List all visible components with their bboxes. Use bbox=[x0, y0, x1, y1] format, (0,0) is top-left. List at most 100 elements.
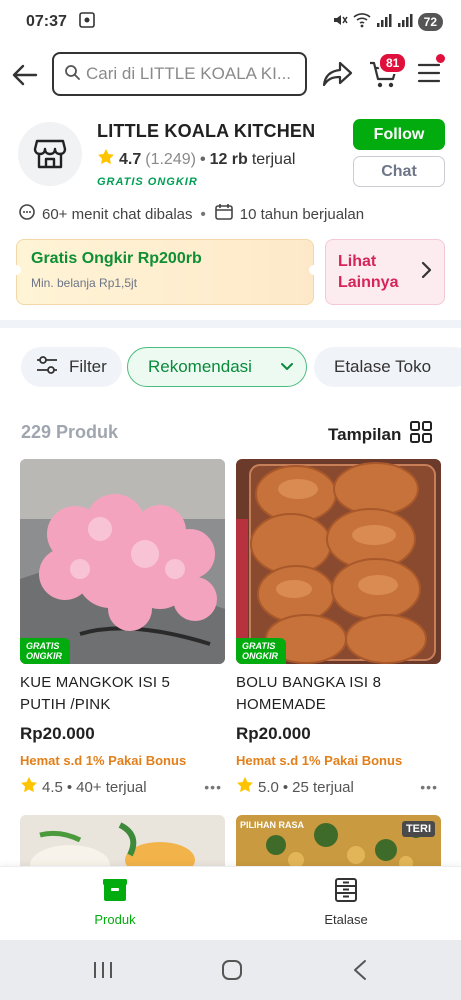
product-price: Rp20.000 bbox=[20, 724, 95, 743]
see-more-vouchers-button[interactable]: Lihat Lainnya bbox=[325, 239, 445, 305]
share-icon bbox=[322, 61, 353, 87]
product-rating-row: 4.5 • 40+ terjual ••• bbox=[20, 776, 226, 798]
product-bonus: Hemat s.d 1% Pakai Bonus bbox=[236, 753, 403, 768]
store-icon bbox=[33, 139, 67, 169]
more-options-button[interactable]: ••• bbox=[420, 779, 438, 795]
follow-button[interactable]: Follow bbox=[353, 119, 445, 150]
badge-line: ONGKIR bbox=[242, 651, 278, 661]
product-image[interactable]: GRATIS ONGKIR bbox=[20, 459, 225, 664]
chevron-left-icon bbox=[354, 960, 366, 980]
signal-icon bbox=[376, 12, 392, 33]
product-name-line: HOMEMADE bbox=[236, 696, 326, 713]
chat-button[interactable]: Chat bbox=[353, 156, 445, 187]
selling-duration-info: 10 tahun berjualan bbox=[214, 203, 364, 225]
tab-etalase[interactable]: Etalase bbox=[286, 877, 406, 927]
product-name-line: BOLU BANGKA ISI 8 bbox=[236, 674, 382, 691]
grid-view-icon bbox=[409, 420, 433, 449]
cart-count-badge: 81 bbox=[378, 52, 408, 74]
shop-sold-number: 12 rb bbox=[209, 150, 248, 168]
star-icon bbox=[97, 148, 115, 171]
product-price: Rp20.000 bbox=[236, 724, 311, 743]
screen-record-icon bbox=[79, 11, 95, 33]
product-sold: 25 terjual bbox=[292, 778, 354, 796]
recent-apps-button[interactable] bbox=[92, 959, 114, 986]
product-box-icon bbox=[102, 877, 128, 906]
product-overlay-text: PILIHAN RASA bbox=[240, 820, 305, 830]
voucher-notch bbox=[309, 265, 319, 275]
badge-line: GRATIS bbox=[242, 641, 276, 651]
product-card-partial[interactable]: PILIHAN RASA TERI bbox=[236, 815, 441, 870]
voucher-notch bbox=[11, 265, 21, 275]
shop-calendar-icon bbox=[214, 203, 234, 225]
search-input[interactable]: Cari di LITTLE KOALA KI... bbox=[52, 52, 307, 96]
search-placeholder: Cari di LITTLE KOALA KI... bbox=[86, 64, 292, 83]
chat-bubble-icon bbox=[18, 203, 36, 225]
badge-line: ONGKIR bbox=[26, 651, 62, 661]
etalase-filter-chip[interactable]: Etalase Toko bbox=[314, 347, 461, 387]
shop-meta: 4.7 (1.249) • 12 rb terjual bbox=[97, 148, 295, 171]
shop-avatar[interactable] bbox=[18, 122, 82, 186]
sort-dropdown[interactable]: Rekomendasi bbox=[127, 347, 307, 387]
free-shipping-badge: GRATIS ONGKIR bbox=[20, 638, 70, 664]
product-bonus: Hemat s.d 1% Pakai Bonus bbox=[20, 753, 187, 768]
product-corner-tag: TERI bbox=[401, 821, 435, 837]
view-label: Tampilan bbox=[328, 424, 402, 444]
wifi-icon bbox=[353, 12, 371, 33]
battery-indicator: 72 bbox=[417, 13, 443, 31]
search-icon bbox=[64, 64, 80, 85]
sort-label: Rekomendasi bbox=[148, 357, 252, 376]
shelf-icon bbox=[333, 877, 359, 906]
mute-icon bbox=[332, 12, 348, 33]
selling-duration-text: 10 tahun berjualan bbox=[239, 205, 365, 223]
free-shipping-voucher[interactable]: Gratis Ongkir Rp200rb Min. belanja Rp1,5… bbox=[16, 239, 314, 305]
product-count: 229 Produk bbox=[21, 422, 119, 442]
star-icon bbox=[236, 776, 254, 798]
product-rating: 5.0 bbox=[258, 778, 279, 796]
status-bar: 07:37 72 bbox=[0, 0, 461, 44]
product-image[interactable]: GRATIS ONGKIR bbox=[236, 459, 441, 664]
product-image bbox=[20, 815, 225, 870]
free-shipping-badge: GRATIS ONGKIR bbox=[236, 638, 286, 664]
free-shipping-tag: GRATIS ONGKIR bbox=[97, 176, 198, 188]
share-button[interactable] bbox=[322, 60, 354, 90]
badge-line: GRATIS bbox=[26, 641, 60, 651]
system-back-button[interactable] bbox=[350, 958, 370, 987]
chevron-right-icon bbox=[420, 261, 432, 284]
arrow-left-icon bbox=[12, 64, 38, 86]
separator-dot: • bbox=[282, 778, 289, 796]
shop-info-row: 60+ menit chat dibalas • 10 tahun berjua… bbox=[18, 203, 364, 225]
product-name-line: KUE MANGKOK ISI 5 bbox=[20, 674, 171, 691]
more-options-button[interactable]: ••• bbox=[204, 779, 222, 795]
product-card-partial[interactable] bbox=[20, 815, 225, 870]
filter-button[interactable]: Filter bbox=[21, 347, 122, 387]
signal-icon-2 bbox=[397, 12, 413, 33]
section-divider bbox=[0, 320, 461, 328]
shop-rating: 4.7 bbox=[119, 150, 142, 168]
voucher-subtitle: Min. belanja Rp1,5jt bbox=[31, 276, 138, 290]
product-name-line: PUTIH /PINK bbox=[20, 696, 111, 713]
star-icon bbox=[20, 776, 38, 798]
separator-dot: • bbox=[66, 778, 73, 796]
voucher-title: Gratis Ongkir Rp200rb bbox=[31, 250, 202, 267]
hamburger-icon bbox=[417, 63, 441, 83]
tab-produk-label: Produk bbox=[94, 912, 136, 927]
product-name: KUE MANGKOK ISI 5 PUTIH /PINK bbox=[20, 672, 226, 716]
recent-apps-icon bbox=[94, 962, 112, 978]
sliders-icon bbox=[35, 355, 59, 380]
menu-button[interactable] bbox=[417, 62, 443, 88]
system-navigation-bar bbox=[0, 940, 461, 1000]
product-card[interactable]: GRATIS ONGKIR KUE MANGKOK ISI 5 PUTIH /P… bbox=[20, 459, 226, 798]
view-toggle[interactable]: Tampilan bbox=[328, 420, 433, 449]
product-rating: 4.5 bbox=[42, 778, 63, 796]
product-rating-row: 5.0 • 25 terjual ••• bbox=[236, 776, 442, 798]
tab-produk[interactable]: Produk bbox=[55, 877, 175, 927]
separator-dot: • bbox=[200, 205, 206, 223]
chevron-down-icon bbox=[280, 357, 294, 377]
product-card[interactable]: GRATIS ONGKIR BOLU BANGKA ISI 8 HOMEMADE… bbox=[236, 459, 442, 798]
chat-response-info: 60+ menit chat dibalas bbox=[18, 203, 193, 225]
bottom-nav: Produk Etalase bbox=[0, 866, 461, 940]
tab-etalase-label: Etalase bbox=[324, 912, 368, 927]
home-button[interactable] bbox=[220, 958, 244, 987]
notification-dot bbox=[436, 54, 445, 63]
back-button[interactable] bbox=[10, 60, 40, 90]
